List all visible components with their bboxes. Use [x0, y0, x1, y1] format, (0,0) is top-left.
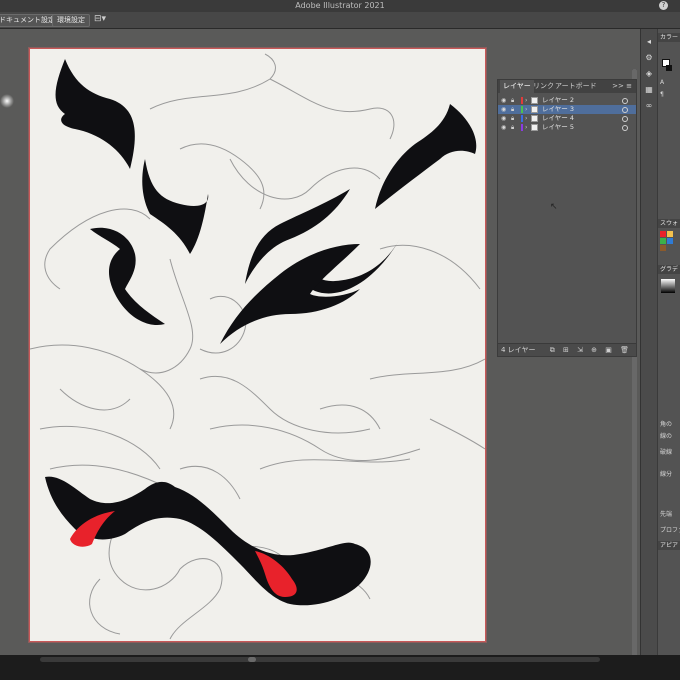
appearance-panel-header[interactable]: アピア — [658, 541, 680, 550]
layer-count: 4 レイヤー — [501, 346, 536, 354]
letter-a-icon[interactable]: A — [660, 79, 664, 86]
screen-glare — [0, 94, 14, 108]
layer-actions-icons[interactable]: ⧉ ⊞ ⇲ ⊕ ▣ 🗑 — [550, 344, 632, 356]
swatch-brown[interactable] — [660, 245, 666, 251]
eye-icon[interactable]: ◉ — [501, 105, 509, 114]
mouse-pointer-icon: ↖ — [550, 202, 558, 212]
artwork — [30, 53, 485, 640]
lock-icon[interactable]: 🔒︎ — [511, 114, 519, 123]
profile-label: プロファ — [660, 527, 680, 534]
layer-thumbnail — [531, 124, 538, 131]
layer-row[interactable]: ◉ 🔒︎ › レイヤー 3 — [498, 105, 636, 114]
layer-color-swatch — [521, 106, 523, 113]
title-bar: Adobe Illustrator 2021 ? — [0, 0, 680, 12]
horizontal-scroll-thumb[interactable] — [248, 657, 256, 662]
target-icon[interactable] — [622, 125, 628, 131]
chevron-right-icon[interactable]: › — [525, 96, 527, 105]
dashed-line-checkbox[interactable]: 破線 — [660, 447, 672, 456]
properties-icon[interactable]: ⚙ — [644, 53, 654, 63]
cap-label: 先端 — [660, 511, 673, 518]
layer-name[interactable]: レイヤー 4 — [542, 114, 574, 123]
chevron-right-icon[interactable]: › — [525, 105, 527, 114]
layers-icon[interactable]: ◈ — [644, 69, 654, 79]
layer-color-swatch — [521, 124, 523, 131]
panel-menu-icon[interactable]: >> ≡ — [612, 80, 632, 93]
target-icon[interactable] — [622, 116, 628, 122]
stroke-swatch[interactable] — [666, 65, 672, 71]
panel-collapse-icon[interactable]: ◂ — [644, 37, 654, 47]
stroke-label: 線の — [660, 433, 673, 440]
color-panel-header[interactable]: カラー — [658, 33, 680, 42]
swatch-blue[interactable] — [667, 238, 673, 244]
swatch-panel-header[interactable]: スウォ — [658, 219, 680, 228]
tab-artboards[interactable]: アートボード — [552, 80, 600, 93]
layer-thumbnail — [531, 106, 538, 113]
lock-icon[interactable]: 🔒︎ — [511, 123, 519, 132]
bottom-bar — [0, 655, 680, 680]
ink-shapes — [45, 59, 477, 606]
layers-panel-footer: 4 レイヤー ⧉ ⊞ ⇲ ⊕ ▣ 🗑 — [498, 343, 636, 356]
eye-icon[interactable]: ◉ — [501, 123, 509, 132]
eye-icon[interactable]: ◉ — [501, 96, 509, 105]
dash-label: 線分 — [660, 471, 673, 478]
target-icon[interactable] — [622, 98, 628, 104]
layer-row[interactable]: ◉ 🔒︎ › レイヤー 2 — [498, 96, 636, 105]
preferences-button[interactable]: 環境設定 — [52, 14, 90, 27]
layer-color-swatch — [521, 115, 523, 122]
lock-icon[interactable]: 🔒︎ — [511, 105, 519, 114]
eye-icon[interactable]: ◉ — [501, 114, 509, 123]
swatch-red[interactable] — [660, 231, 666, 237]
gradient-preview[interactable] — [661, 279, 675, 293]
layer-name[interactable]: レイヤー 5 — [542, 123, 574, 132]
target-icon[interactable] — [622, 107, 628, 113]
chevron-right-icon[interactable]: › — [525, 123, 527, 132]
layers-panel: レイヤー リンク アートボード >> ≡ ◉ 🔒︎ › レイヤー 2 ◉ 🔒︎ … — [497, 79, 637, 357]
swatch-yellow[interactable] — [667, 231, 673, 237]
layer-name[interactable]: レイヤー 2 — [542, 96, 574, 105]
document-setup-button[interactable]: ドキュメント設定 — [0, 14, 60, 27]
panel-icon-strip: ◂ ⚙ ◈ ▦ ∞ — [640, 29, 658, 655]
swatch-green[interactable] — [660, 238, 666, 244]
layer-name[interactable]: レイヤー 3 — [542, 105, 574, 114]
app-title: Adobe Illustrator 2021 — [295, 1, 385, 10]
artboard[interactable] — [29, 48, 486, 642]
layer-row[interactable]: ◉ 🔒︎ › レイヤー 4 — [498, 114, 636, 123]
help-icon[interactable]: ? — [659, 1, 668, 10]
links-icon[interactable]: ∞ — [644, 101, 654, 111]
lock-icon[interactable]: 🔒︎ — [511, 96, 519, 105]
control-bar: ドキュメント設定 環境設定 ⊟▾ — [0, 12, 680, 29]
libraries-icon[interactable]: ▦ — [644, 85, 654, 95]
layer-thumbnail — [531, 115, 538, 122]
layer-row[interactable]: ◉ 🔒︎ › レイヤー 5 — [498, 123, 636, 132]
arrange-documents-icon[interactable]: ⊟▾ — [94, 14, 106, 25]
gradient-panel-header[interactable]: グラデ — [658, 265, 680, 274]
layers-panel-tabs: レイヤー リンク アートボード >> ≡ — [498, 80, 636, 93]
font-icon[interactable]: ¶ — [660, 91, 664, 98]
layer-thumbnail — [531, 97, 538, 104]
layer-color-swatch — [521, 97, 523, 104]
right-docked-panels: カラー A ¶ スウォ グラデ 角の 線の 破線 線分 先端 プロファ アピア — [657, 29, 680, 655]
tab-layers[interactable]: レイヤー — [500, 80, 534, 93]
corner-label: 角の — [660, 421, 673, 428]
chevron-right-icon[interactable]: › — [525, 114, 527, 123]
horizontal-scrollbar[interactable] — [40, 657, 600, 662]
